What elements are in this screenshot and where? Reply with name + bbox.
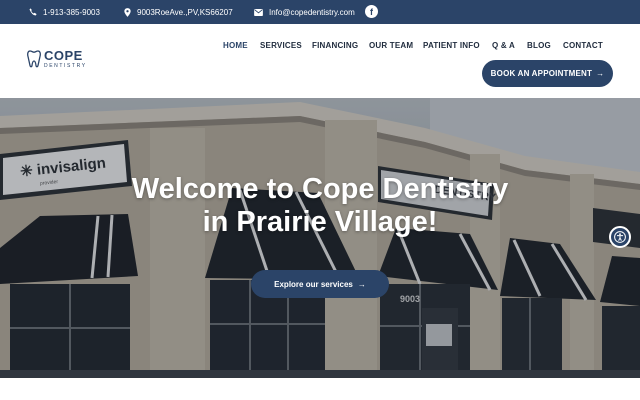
nav-financing[interactable]: FINANCING: [312, 41, 358, 50]
email-contact[interactable]: Info@copedentistry.com: [254, 0, 355, 24]
main-navigation: HOME SERVICES FINANCING OUR TEAM PATIENT…: [0, 41, 640, 53]
page-content-start: [0, 378, 640, 400]
nav-services[interactable]: SERVICES: [260, 41, 302, 50]
accessibility-button[interactable]: [609, 226, 631, 248]
nav-our-team[interactable]: OUR TEAM: [369, 41, 413, 50]
hero-heading-line-1: Welcome to Cope Dentistry: [131, 173, 509, 205]
map-pin-icon: [124, 7, 131, 17]
phone-icon: [29, 8, 37, 16]
nav-qa[interactable]: Q & A: [492, 41, 515, 50]
explore-services-button[interactable]: Explore our services →: [251, 270, 389, 298]
address-contact[interactable]: 9003RoeAve.,PV,KS66207: [124, 0, 233, 24]
hero-section: ✳ invisalign provider DENTISTRY 9003 Wel…: [0, 98, 640, 378]
nav-blog[interactable]: BLOG: [527, 41, 551, 50]
book-appointment-button[interactable]: BOOK AN APPOINTMENT →: [482, 60, 613, 87]
facebook-icon[interactable]: f: [365, 5, 378, 18]
envelope-icon: [254, 8, 263, 16]
nav-contact[interactable]: CONTACT: [563, 41, 603, 50]
phone-number: 1-913-385-9003: [43, 7, 100, 17]
top-contact-bar: 1-913-385-9003 9003RoeAve.,PV,KS66207 In…: [0, 0, 640, 24]
accessibility-icon: [614, 231, 626, 243]
arrow-right-icon: →: [596, 69, 605, 78]
address-text: 9003RoeAve.,PV,KS66207: [137, 7, 233, 17]
hero-heading-line-2: in Prairie Village!: [202, 206, 438, 238]
phone-contact[interactable]: 1-913-385-9003: [29, 0, 100, 24]
nav-home[interactable]: HOME: [223, 41, 248, 50]
site-header: COPE DENTISTRY HOME SERVICES FINANCING O…: [0, 24, 640, 98]
nav-patient-info[interactable]: PATIENT INFO: [423, 41, 480, 50]
book-appointment-label: BOOK AN APPOINTMENT: [490, 69, 593, 78]
logo-subtitle: DENTISTRY: [44, 63, 87, 69]
explore-services-label: Explore our services: [274, 279, 353, 289]
email-address: Info@copedentistry.com: [269, 7, 355, 17]
arrow-right-icon: →: [357, 279, 366, 289]
